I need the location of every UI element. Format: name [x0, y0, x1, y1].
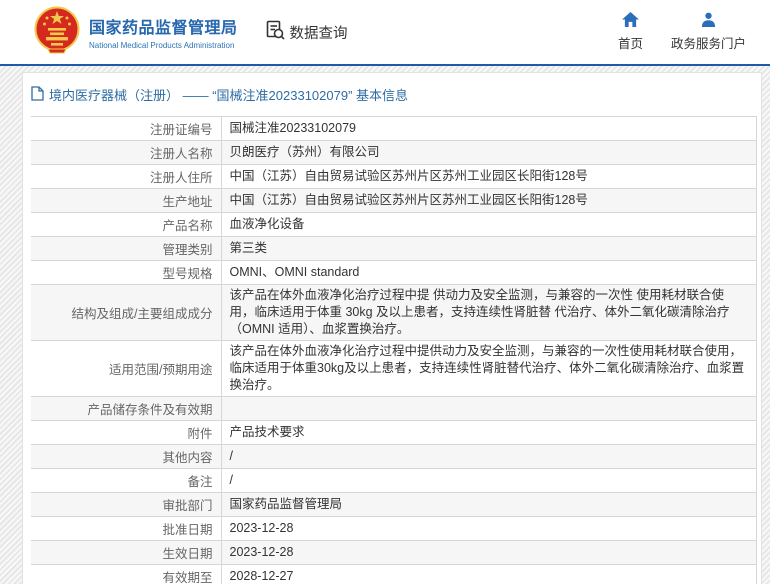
org-name-cn: 国家药品监督管理局	[89, 14, 238, 38]
row-value: /	[221, 469, 757, 493]
data-query-label: 数据查询	[290, 22, 348, 43]
row-label: 备注	[31, 469, 221, 493]
row-label: 其他内容	[31, 445, 221, 469]
row-value: /	[221, 445, 757, 469]
info-table-body: 注册证编号国械注准20233102079注册人名称贝朗医疗（苏州）有限公司注册人…	[31, 117, 757, 584]
row-label: 审批部门	[31, 493, 221, 517]
row-value: 贝朗医疗（苏州）有限公司	[221, 141, 757, 165]
row-label: 注册证编号	[31, 117, 221, 141]
row-value: 2028-12-27	[221, 565, 757, 584]
row-label: 生产地址	[31, 189, 221, 213]
breadcrumb: 境内医疗器械（注册） —— “国械注准20233102079” 基本信息	[23, 73, 761, 115]
row-value: OMNI、OMNI standard	[221, 261, 757, 285]
nav-home-label: 首页	[618, 33, 643, 52]
row-value: 血液净化设备	[221, 213, 757, 237]
data-query-tab[interactable]: 数据查询	[264, 19, 348, 45]
site-header: 国家药品监督管理局 National Medical Products Admi…	[0, 0, 770, 66]
nav-gov-service-portal[interactable]: 政务服务门户	[671, 12, 746, 52]
row-value: 2023-12-28	[221, 517, 757, 541]
row-value: 该产品在体外血液净化治疗过程中提 供动力及安全监测，与兼容的一次性 使用耗材联合…	[221, 285, 757, 341]
row-label: 型号规格	[31, 261, 221, 285]
table-row: 审批部门国家药品监督管理局	[31, 493, 757, 517]
row-label: 产品名称	[31, 213, 221, 237]
row-value: 第三类	[221, 237, 757, 261]
table-row: 生产地址中国（江苏）自由贸易试验区苏州片区苏州工业园区长阳街128号	[31, 189, 757, 213]
info-table: 注册证编号国械注准20233102079注册人名称贝朗医疗（苏州）有限公司注册人…	[31, 116, 757, 584]
person-icon	[701, 12, 716, 30]
table-row: 注册人名称贝朗医疗（苏州）有限公司	[31, 141, 757, 165]
home-icon	[622, 12, 639, 30]
national-emblem-icon	[34, 5, 80, 60]
row-label: 批准日期	[31, 517, 221, 541]
row-value: 国家药品监督管理局	[221, 493, 757, 517]
row-label: 有效期至	[31, 565, 221, 584]
content-panel: 境内医疗器械（注册） —— “国械注准20233102079” 基本信息 注册证…	[22, 72, 762, 584]
table-row: 注册证编号国械注准20233102079	[31, 117, 757, 141]
row-value: 产品技术要求	[221, 421, 757, 445]
table-row: 生效日期2023-12-28	[31, 541, 757, 565]
org-name-en: National Medical Products Administration	[89, 41, 238, 50]
row-label: 生效日期	[31, 541, 221, 565]
document-icon	[31, 86, 44, 104]
breadcrumb-text: 境内医疗器械（注册） —— “国械注准20233102079” 基本信息	[49, 85, 408, 104]
table-row: 适用范围/预期用途该产品在体外血液净化治疗过程中提供动力及安全监测，与兼容的一次…	[31, 341, 757, 397]
table-row: 附件产品技术要求	[31, 421, 757, 445]
row-value: 国械注准20233102079	[221, 117, 757, 141]
row-label: 适用范围/预期用途	[31, 341, 221, 397]
row-value: 2023-12-28	[221, 541, 757, 565]
row-value: 中国（江苏）自由贸易试验区苏州片区苏州工业园区长阳街128号	[221, 165, 757, 189]
row-label: 注册人住所	[31, 165, 221, 189]
row-label: 附件	[31, 421, 221, 445]
table-row: 管理类别第三类	[31, 237, 757, 261]
row-label: 产品储存条件及有效期	[31, 397, 221, 421]
table-row: 备注/	[31, 469, 757, 493]
row-value: 该产品在体外血液净化治疗过程中提供动力及安全监测，与兼容的一次性使用耗材联合使用…	[221, 341, 757, 397]
nmpa-logo[interactable]: 国家药品监督管理局 National Medical Products Admi…	[34, 5, 238, 60]
table-row: 有效期至2028-12-27	[31, 565, 757, 584]
table-row: 产品名称血液净化设备	[31, 213, 757, 237]
doc-search-icon	[264, 19, 286, 45]
row-label: 结构及组成/主要组成成分	[31, 285, 221, 341]
table-row: 型号规格OMNI、OMNI standard	[31, 261, 757, 285]
table-row: 结构及组成/主要组成成分该产品在体外血液净化治疗过程中提 供动力及安全监测，与兼…	[31, 285, 757, 341]
table-row: 其他内容/	[31, 445, 757, 469]
nav-home[interactable]: 首页	[618, 12, 643, 52]
nav-gov-portal-label: 政务服务门户	[671, 33, 746, 52]
table-row: 产品储存条件及有效期	[31, 397, 757, 421]
row-label: 管理类别	[31, 237, 221, 261]
row-value: 中国（江苏）自由贸易试验区苏州片区苏州工业园区长阳街128号	[221, 189, 757, 213]
table-row: 注册人住所中国（江苏）自由贸易试验区苏州片区苏州工业园区长阳街128号	[31, 165, 757, 189]
row-label: 注册人名称	[31, 141, 221, 165]
table-row: 批准日期2023-12-28	[31, 517, 757, 541]
header-nav: 首页 政务服务门户	[618, 12, 770, 52]
row-value	[221, 397, 757, 421]
